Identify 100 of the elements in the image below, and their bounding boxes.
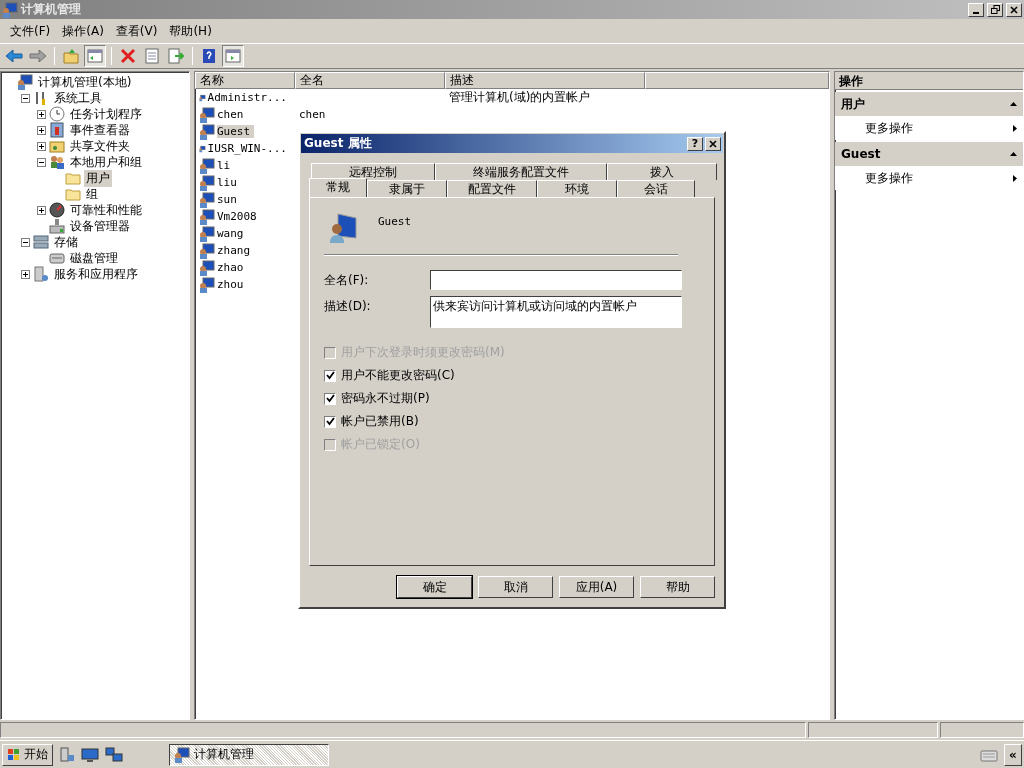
event-log-icon — [49, 122, 65, 138]
tab[interactable]: 常规 — [309, 178, 367, 197]
window-title: 计算机管理 — [21, 1, 82, 18]
collapse-icon[interactable] — [21, 93, 30, 103]
minimize-icon — [973, 11, 979, 14]
checkbox[interactable] — [324, 392, 336, 405]
expand-icon[interactable] — [21, 269, 30, 279]
export-icon[interactable] — [165, 45, 187, 67]
tree-item[interactable]: 事件查看器 — [68, 121, 132, 139]
tree-item[interactable]: 用户 — [84, 169, 112, 187]
checkbox[interactable] — [324, 369, 336, 382]
expand-icon[interactable] — [37, 141, 46, 151]
close-button[interactable] — [705, 136, 721, 151]
tab[interactable]: 拨入 — [607, 163, 717, 180]
expand-icon[interactable] — [37, 205, 46, 215]
folder-icon — [65, 186, 81, 202]
desktop-icon[interactable] — [81, 746, 99, 763]
storage-icon — [33, 234, 49, 250]
user-name[interactable]: wang — [217, 227, 248, 240]
tab[interactable]: 隶属于 — [367, 180, 447, 197]
tree-item[interactable]: 磁盘管理 — [68, 249, 120, 267]
restore-button[interactable] — [987, 2, 1003, 17]
user-name[interactable]: zhao — [217, 261, 248, 274]
tree-item[interactable]: 系统工具 — [52, 89, 104, 107]
submenu-arrow-icon — [1013, 124, 1017, 132]
tree-item[interactable]: 本地用户和组 — [68, 153, 144, 171]
close-button[interactable] — [1006, 2, 1022, 17]
tree-item[interactable]: 共享文件夹 — [68, 137, 132, 155]
tree-item[interactable]: 组 — [84, 185, 100, 203]
user-icon — [328, 212, 360, 244]
dialog-button[interactable]: 确定 — [397, 576, 472, 598]
restore-icon — [990, 5, 1000, 14]
tree-item[interactable]: 计算机管理(本地) — [36, 73, 134, 91]
taskbar-button[interactable]: 计算机管理 — [169, 743, 329, 766]
tab[interactable]: 配置文件 — [447, 180, 537, 197]
user-name[interactable]: Administr... — [207, 91, 291, 104]
user-name[interactable]: sun — [217, 193, 241, 206]
user-name[interactable]: Guest — [217, 125, 255, 138]
user-icon — [199, 276, 215, 293]
user-name[interactable]: IUSR_WIN-... — [207, 142, 291, 155]
tree-item[interactable]: 任务计划程序 — [68, 105, 144, 123]
user-name[interactable]: liu — [217, 176, 241, 189]
checkbox[interactable] — [324, 415, 336, 428]
column-header[interactable] — [645, 72, 829, 89]
user-name[interactable]: zhou — [217, 278, 248, 291]
users-icon — [49, 154, 65, 170]
help-button[interactable]: ? — [687, 136, 703, 151]
checkbox-label: 帐户已禁用(B) — [341, 413, 419, 430]
menu-item[interactable]: 帮助(H) — [163, 20, 218, 42]
user-icon — [199, 191, 215, 208]
app-icon — [2, 1, 18, 18]
user-icon — [199, 259, 215, 276]
action-section-header[interactable]: Guest — [835, 142, 1023, 166]
checkbox-label: 用户不能更改密码(C) — [341, 367, 455, 384]
user-name[interactable]: chen — [217, 108, 248, 121]
tab[interactable]: 会话 — [617, 180, 695, 197]
start-button[interactable]: 开始 — [2, 743, 53, 766]
action-pane-icon[interactable] — [222, 45, 244, 67]
user-icon — [199, 208, 215, 225]
description-field[interactable]: 供来宾访问计算机或访问域的内置帐户 — [430, 296, 682, 328]
user-name[interactable]: Vm2008 — [217, 210, 261, 223]
flag-icon — [7, 747, 21, 762]
column-header[interactable]: 全名 — [295, 72, 445, 89]
clock-icon — [49, 106, 65, 122]
tree-item[interactable]: 存储 — [52, 233, 80, 251]
minimize-button[interactable] — [968, 2, 984, 17]
computer-icon — [17, 74, 33, 90]
tab[interactable]: 环境 — [537, 180, 617, 197]
column-header[interactable]: 描述 — [445, 72, 645, 89]
collapse-icon[interactable] — [21, 237, 30, 247]
app-icon — [174, 746, 190, 763]
tree-pane-icon[interactable] — [84, 45, 106, 67]
collapse-icon[interactable] — [37, 157, 46, 167]
dialog-button[interactable]: 帮助 — [640, 576, 715, 598]
dialog-button[interactable]: 取消 — [478, 576, 553, 598]
tree-item[interactable]: 设备管理器 — [68, 217, 132, 235]
services-icon — [33, 266, 49, 282]
dialog-title: Guest 属性 — [304, 135, 373, 152]
user-name[interactable]: li — [217, 159, 235, 172]
expand-icon[interactable] — [37, 109, 46, 119]
shared-folder-icon — [49, 138, 65, 154]
field-label: 描述(D): — [324, 298, 372, 315]
tab[interactable]: 终端服务配置文件 — [435, 163, 607, 180]
menu-item[interactable]: 文件(F) — [4, 20, 57, 42]
menu-item[interactable]: 操作(A) — [56, 20, 110, 42]
dialog-button[interactable]: 应用(A) — [559, 576, 634, 598]
tree-item[interactable]: 服务和应用程序 — [52, 265, 140, 283]
column-header[interactable]: 名称 — [195, 72, 295, 89]
user-name[interactable]: zhang — [217, 244, 255, 257]
menu-item[interactable]: 查看(V) — [109, 20, 164, 42]
table-cell: 管理计算机(域)的内置帐户 — [449, 90, 591, 104]
tree-item[interactable]: 可靠性和性能 — [68, 201, 144, 219]
full-name-field[interactable] — [430, 270, 682, 290]
network-icon[interactable] — [105, 746, 123, 763]
checkbox-label: 密码永不过期(P) — [341, 390, 430, 407]
user-name: Guest — [378, 214, 412, 228]
tray-toggle-button[interactable]: « — [1004, 743, 1022, 766]
folder-icon — [65, 170, 81, 186]
action-section-header[interactable]: 用户 — [835, 92, 1023, 116]
expand-icon[interactable] — [37, 125, 46, 135]
